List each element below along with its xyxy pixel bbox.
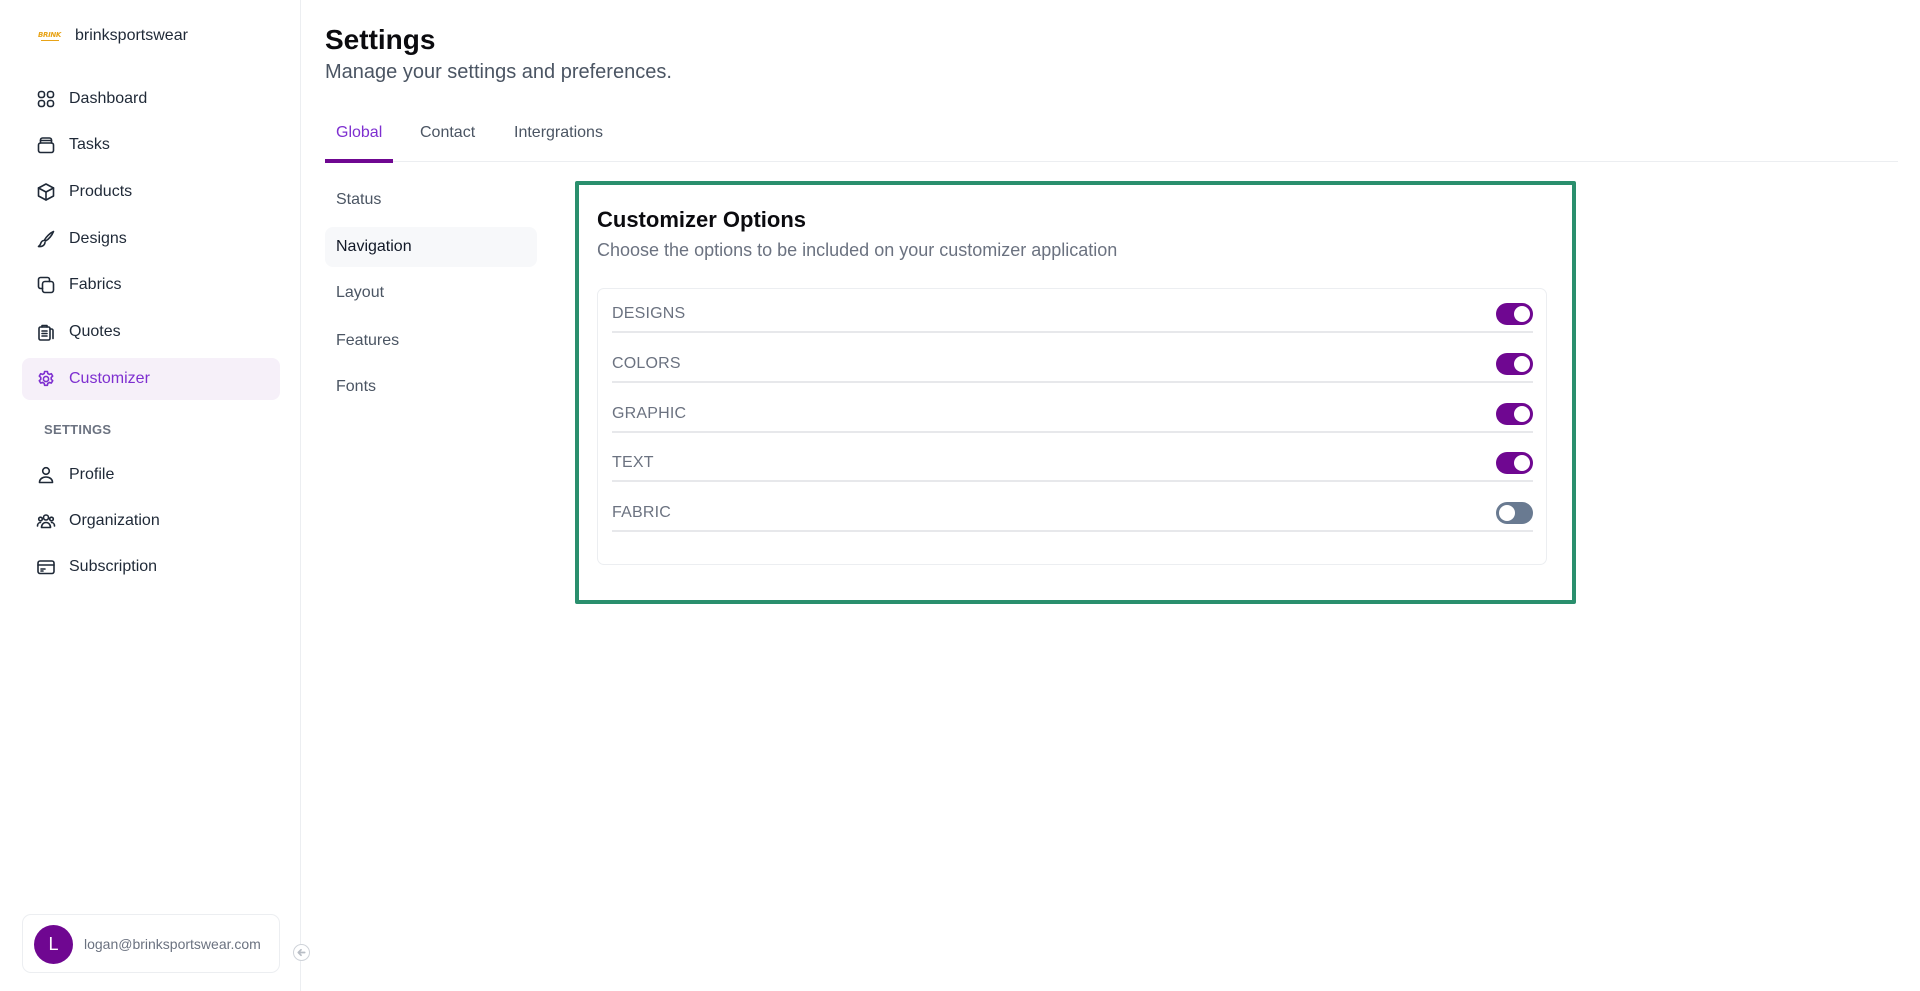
sidebar-item-label: Designs: [69, 230, 127, 247]
page-subtitle: Manage your settings and preferences.: [325, 61, 672, 83]
tasks-stack-icon: [36, 135, 56, 155]
toggle-knob: [1514, 306, 1530, 322]
option-row-designs: DESIGNS: [612, 293, 1533, 333]
products-box-icon: [36, 182, 56, 202]
designs-toggle[interactable]: [1496, 303, 1533, 325]
option-row-colors: COLORS: [612, 343, 1533, 383]
subnav-item-label: Features: [336, 332, 400, 349]
sidebar-item-tasks[interactable]: Tasks: [22, 124, 280, 166]
option-label: COLORS: [612, 355, 681, 372]
avatar: L: [34, 925, 73, 964]
tab-contact[interactable]: Contact: [409, 124, 486, 162]
toggle-knob: [1514, 356, 1530, 372]
subscription-card-icon: [36, 557, 56, 577]
sidebar-item-organization[interactable]: Organization: [22, 500, 280, 542]
subnav-item-navigation[interactable]: Navigation: [325, 227, 537, 267]
subnav-item-status[interactable]: Status: [325, 180, 537, 220]
customizer-options-subtitle: Choose the options to be included on you…: [597, 240, 1118, 260]
option-label: TEXT: [612, 454, 654, 471]
toggle-knob: [1499, 505, 1515, 521]
fabrics-copy-icon: [36, 275, 56, 295]
brand-logo-text: BRINK: [37, 30, 62, 39]
customizer-gear-icon: [36, 369, 56, 389]
brand-logo-icon: BRINK: [36, 30, 63, 42]
customizer-options-card: DESIGNS COLORS GRAPHIC TEXT FABRIC: [597, 288, 1547, 565]
sidebar-item-dashboard[interactable]: Dashboard: [22, 78, 280, 120]
user-email: logan@brinksportswear.com: [84, 935, 261, 952]
user-card[interactable]: L logan@brinksportswear.com: [22, 914, 280, 973]
subnav-item-features[interactable]: Features: [325, 321, 537, 361]
subnav-item-label: Fonts: [336, 378, 377, 395]
option-label: DESIGNS: [612, 305, 686, 322]
sidebar-section-settings: SETTINGS: [44, 422, 112, 437]
subnav-item-label: Navigation: [336, 238, 412, 255]
sidebar-item-label: Subscription: [69, 558, 158, 575]
fabric-toggle[interactable]: [1496, 502, 1533, 524]
sidebar-item-quotes[interactable]: Quotes: [22, 311, 280, 353]
brand[interactable]: BRINK brinksportswear: [36, 27, 188, 45]
organization-users-icon: [36, 511, 56, 531]
toggle-knob: [1514, 455, 1530, 471]
sidebar-item-fabrics[interactable]: Fabrics: [22, 264, 280, 306]
subnav-item-layout[interactable]: Layout: [325, 273, 537, 313]
brand-logo-underline: [40, 39, 59, 41]
sidebar-item-label: Fabrics: [69, 276, 122, 293]
option-label: FABRIC: [612, 504, 671, 521]
settings-tabs: Global Contact Intergrations: [325, 118, 1898, 163]
text-toggle[interactable]: [1496, 452, 1533, 474]
sidebar-item-label: Dashboard: [69, 90, 148, 107]
customizer-options-title: Customizer Options: [597, 207, 807, 232]
option-row-text: TEXT: [612, 442, 1533, 482]
profile-user-icon: [36, 465, 56, 485]
subnav-item-fonts[interactable]: Fonts: [325, 367, 537, 407]
tab-global[interactable]: Global: [325, 124, 394, 163]
sidebar-item-designs[interactable]: Designs: [22, 218, 280, 260]
sidebar-item-subscription[interactable]: Subscription: [22, 546, 280, 588]
sidebar-item-label: Products: [69, 183, 133, 200]
option-row-fabric: FABRIC: [612, 492, 1533, 532]
designs-brush-icon: [36, 229, 56, 249]
sidebar-item-products[interactable]: Products: [22, 171, 280, 213]
option-row-graphic: GRAPHIC: [612, 393, 1533, 433]
sidebar-item-label: Profile: [69, 466, 115, 483]
sidebar-item-customizer[interactable]: Customizer: [22, 358, 280, 400]
page-title: Settings: [325, 24, 436, 55]
sidebar-item-label: Tasks: [69, 136, 110, 153]
sidebar: BRINK brinksportswear Dashboard Tasks Pr…: [0, 0, 301, 991]
option-label: GRAPHIC: [612, 405, 687, 422]
collapse-sidebar-button[interactable]: [293, 944, 310, 961]
subnav-item-label: Layout: [336, 284, 385, 301]
sidebar-item-label: Customizer: [69, 370, 150, 387]
subnav-item-label: Status: [336, 191, 382, 208]
tab-intergrations[interactable]: Intergrations: [503, 124, 614, 162]
brand-name: brinksportswear: [75, 27, 188, 44]
sidebar-item-label: Organization: [69, 512, 160, 529]
arrow-left-icon: [297, 948, 306, 957]
graphic-toggle[interactable]: [1496, 403, 1533, 425]
dashboard-grid-icon: [36, 89, 56, 109]
quotes-clipboard-icon: [36, 322, 56, 342]
sidebar-item-profile[interactable]: Profile: [22, 454, 280, 496]
sidebar-item-label: Quotes: [69, 323, 121, 340]
toggle-knob: [1514, 406, 1530, 422]
app-root: BRINK brinksportswear Dashboard Tasks Pr…: [0, 0, 1920, 991]
colors-toggle[interactable]: [1496, 353, 1533, 375]
